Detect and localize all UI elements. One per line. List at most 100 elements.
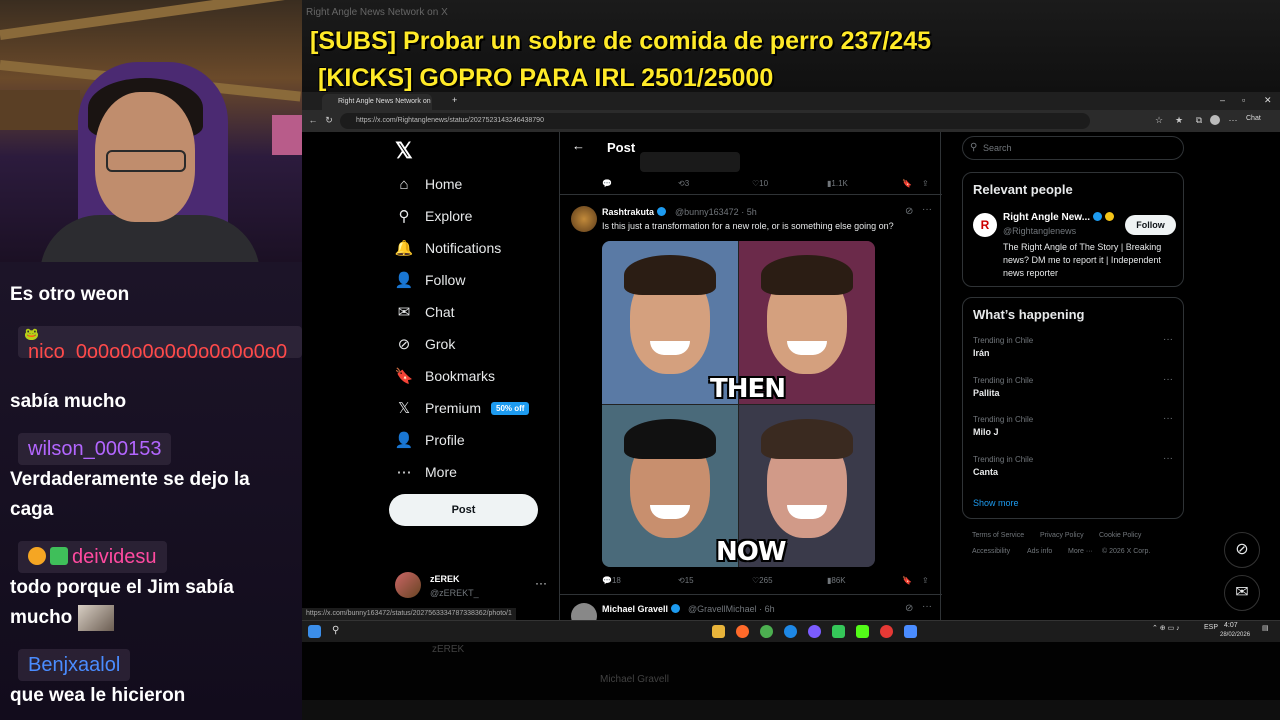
steam-icon[interactable] [904,625,917,638]
person-handle: @Rightanglenews [1003,226,1077,236]
nav-item-grok[interactable]: ⊘ Grok [395,330,456,358]
person-name[interactable]: Right Angle New... [1003,212,1115,223]
follow-button[interactable]: Follow [1125,215,1176,235]
obs-icon[interactable] [880,625,893,638]
avatar[interactable]: R [973,213,997,237]
profile-avatar-icon[interactable] [1210,115,1220,125]
tweet-avatar[interactable] [571,603,597,620]
minimize-icon[interactable]: – [1220,95,1225,105]
trend-item[interactable]: Canta [973,467,998,477]
taskbar: ⚲ ⌃ ⊕ ▭ ♪ ESP 4:07 28/02/2026 ▤ [302,620,1280,642]
nav-item-more[interactable]: ⋯ More [395,458,457,486]
kick-icon[interactable] [856,625,869,638]
more-circle-icon: ⋯ [396,464,412,481]
play-icon[interactable] [832,625,845,638]
trend-more-icon[interactable]: ··· [1163,374,1173,385]
trend-item[interactable]: Irán [973,348,990,358]
trend-more-icon[interactable]: ··· [1163,413,1173,424]
edge-icon[interactable] [784,625,797,638]
tweet-avatar[interactable] [571,206,597,232]
views-button[interactable]: ▮ 1.1K [827,179,848,188]
like-button[interactable]: ♡ 10 [752,179,768,188]
views-button[interactable]: ▮ 86K [827,576,846,585]
share-icon[interactable]: ⇪ [922,179,929,188]
like-button[interactable]: ♡ 265 [752,576,773,585]
back-arrow-icon[interactable]: ← [572,138,585,153]
tweet-handle[interactable]: @GravellMichael · 6h [688,604,775,614]
search-input[interactable]: ⚲ Search [962,136,1184,160]
firefox-icon[interactable] [736,625,749,638]
tweet-more-icon[interactable]: ··· [922,601,932,612]
clock-date[interactable]: 28/02/2026 [1220,632,1250,638]
ghost-reflection: zEREK Michael Gravell [302,642,1280,720]
timeline: ← Post 💬 ⟲ 3 ♡ 10 ▮ 1.1K 🔖 ⇪ Rashtrakuta… [559,132,942,620]
footer-link[interactable]: Privacy Policy [1040,532,1084,539]
chrome-icon[interactable] [760,625,773,638]
grok-icon[interactable]: ⊘ [905,603,913,614]
notification-icon[interactable]: ▤ [1262,624,1269,632]
grok-icon[interactable]: ⊘ [905,206,913,217]
relevant-people-card: Relevant people R Right Angle New... @Ri… [962,172,1184,287]
nav-item-follow[interactable]: 👤 Follow [394,266,466,294]
repost-button[interactable]: ⟲ 3 [678,179,689,188]
url-input[interactable]: https://x.com/Rightanglenews/status/2027… [340,113,1090,129]
share-icon[interactable]: ⇪ [922,576,929,585]
footer-link[interactable]: Cookie Policy [1099,532,1141,539]
post-button[interactable]: Post [389,494,538,526]
tweet-image[interactable]: THEN NOW [602,241,875,567]
bookmark-icon[interactable]: 🔖 [902,179,912,188]
trend-more-icon[interactable]: ··· [1163,334,1173,345]
reload-icon[interactable]: ↻ [324,115,334,125]
search-icon[interactable]: ⚲ [332,625,345,638]
bookmark-icon[interactable]: 🔖 [902,576,912,585]
new-tab-icon[interactable]: + [452,95,457,105]
trend-item[interactable]: Pallita [973,388,1000,398]
windows-start-icon[interactable] [308,625,321,638]
nav-item-profile[interactable]: 👤 Profile [395,426,465,454]
app-icon[interactable] [808,625,821,638]
nav-item-home[interactable]: ⌂ Home [395,170,462,198]
messages-float-button[interactable]: ✉ [1224,575,1260,611]
trend-item[interactable]: Milo J [973,427,999,437]
footer-link[interactable]: More ··· [1068,548,1093,555]
reply-button[interactable]: 💬 18 [602,576,621,585]
trend-more-icon[interactable]: ··· [1163,453,1173,464]
back-icon[interactable]: ← [308,115,318,125]
home-icon: ⌂ [399,175,409,193]
tweet-more-icon[interactable]: ··· [922,204,932,215]
footer-link[interactable]: Accessibility [972,548,1010,555]
menu-dots-icon[interactable]: ⋯ [1228,115,1238,125]
language-indicator[interactable]: ESP [1204,624,1218,631]
account-switcher[interactable]: zEREK @zEREKT_ ··· [395,572,555,602]
bell-icon: 🔔 [394,240,414,257]
more-dots-icon[interactable]: ··· [535,576,547,590]
reply-icon[interactable]: 💬 [602,179,612,188]
tweet-author[interactable]: Rashtrakuta [602,207,667,217]
star-icon[interactable]: ☆ [1154,115,1164,125]
nav-item-bookmarks[interactable]: 🔖 Bookmarks [395,362,495,390]
favorites-icon[interactable]: ★ [1174,115,1184,125]
browser-tab[interactable]: Right Angle News Network on X [322,94,432,110]
nav-item-premium[interactable]: 𝕏 Premium 50% off [395,394,530,422]
grok-float-button[interactable]: ⊘ [1224,532,1260,568]
nav-item-explore[interactable]: ⚲ Explore [395,202,473,230]
chat-message: que wea le hicieron [10,685,186,706]
x-logo-icon[interactable]: 𝕏 [395,138,413,164]
tweet-author[interactable]: Michael Gravell [602,604,681,614]
tray-icons[interactable]: ⌃ ⊕ ▭ ♪ [1152,624,1180,632]
person-plus-icon: 👤 [394,272,414,289]
footer-link[interactable]: © 2026 X Corp. [1102,548,1150,555]
clock-time[interactable]: 4:07 [1224,622,1238,629]
extensions-icon[interactable]: ⧉ [1194,115,1204,125]
nav-item-chat[interactable]: ✉ Chat [395,298,455,326]
copilot-chat-button[interactable]: Chat [1246,115,1261,122]
tweet-handle[interactable]: @bunny163472 · 5h [675,207,757,217]
footer-link[interactable]: Terms of Service [972,532,1024,539]
file-explorer-icon[interactable] [712,625,725,638]
nav-item-notifications[interactable]: 🔔 Notifications [394,234,502,262]
show-more-link[interactable]: Show more [973,498,1019,508]
maximize-icon[interactable]: ▫ [1242,95,1245,105]
close-icon[interactable]: ✕ [1264,95,1272,106]
repost-button[interactable]: ⟲ 15 [678,576,694,585]
footer-link[interactable]: Ads info [1027,548,1052,555]
